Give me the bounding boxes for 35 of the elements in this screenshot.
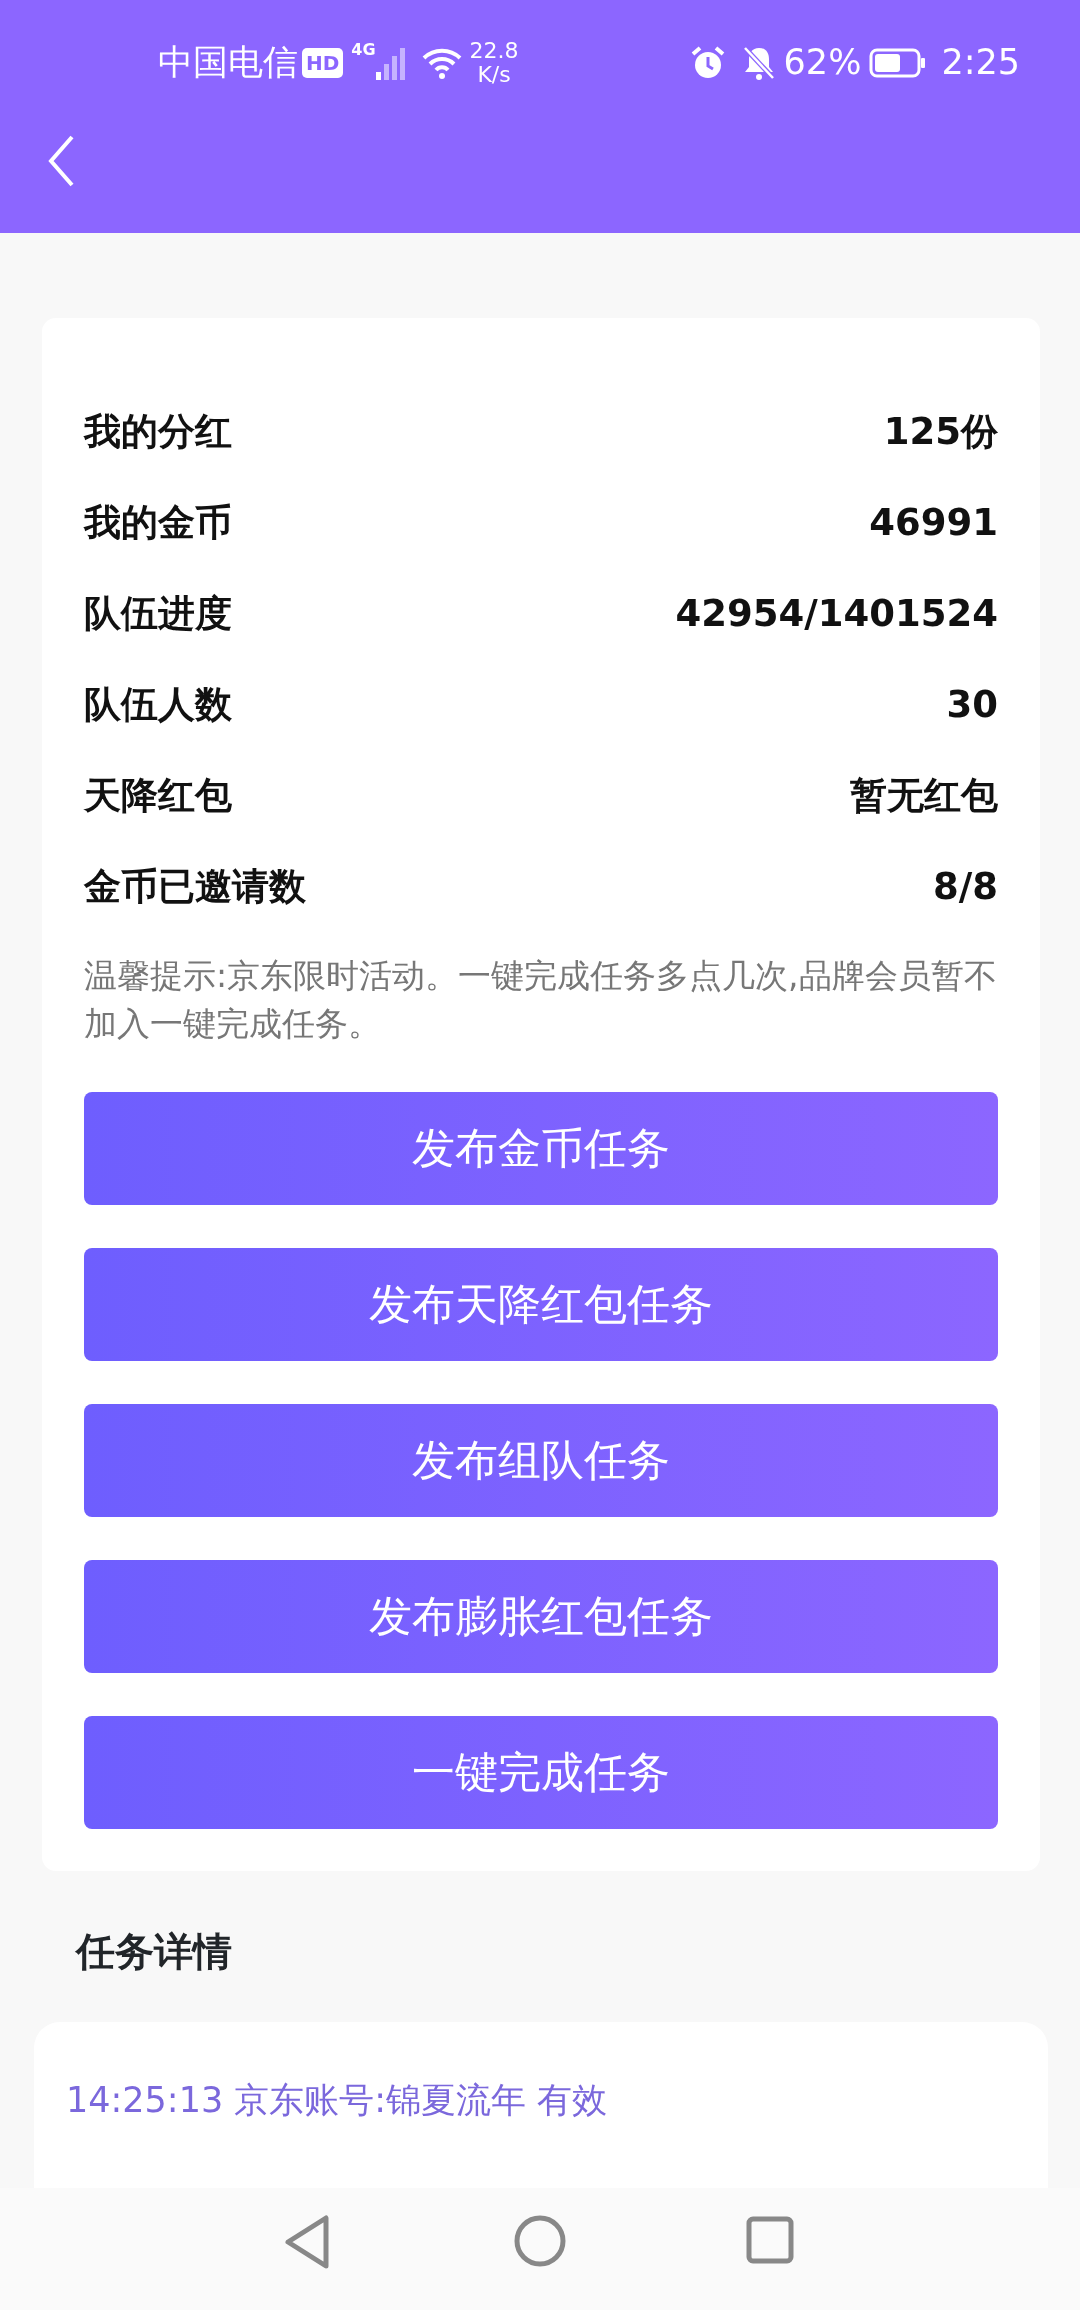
- bell-off-icon: [741, 44, 776, 81]
- stat-value: 8/8: [933, 863, 998, 910]
- stat-value: 42954/1401524: [675, 590, 998, 637]
- back-nav-button[interactable]: [282, 2214, 332, 2270]
- task-button[interactable]: 发布金币任务: [84, 1092, 998, 1205]
- stat-label: 我的金币: [84, 499, 232, 546]
- task-button[interactable]: 发布天降红包任务: [84, 1248, 998, 1361]
- network-type: 4G: [351, 39, 376, 61]
- stat-value: 30: [946, 681, 998, 728]
- stat-label: 我的分红: [84, 408, 232, 455]
- log-entry: 14:25:13 京东账号:锦夏流年 有效: [66, 2078, 609, 2122]
- stat-label: 队伍人数: [84, 681, 232, 728]
- tip-text: 温馨提示:京东限时活动。一键完成任务多点几次,品牌会员暂不加入一键完成任务。: [84, 955, 998, 1045]
- speed-unit: K/s: [477, 62, 511, 86]
- speed-value: 22.8: [469, 39, 519, 63]
- home-nav-button[interactable]: [513, 2214, 567, 2268]
- alarm-icon: [689, 44, 726, 81]
- wifi-icon: [421, 46, 462, 79]
- stat-value: 46991: [869, 499, 998, 546]
- stat-value: 暂无红包: [850, 772, 998, 819]
- carrier-name: 中国电信: [158, 41, 298, 85]
- recents-nav-button[interactable]: [745, 2215, 795, 2265]
- hd-badge: HD: [302, 47, 344, 78]
- task-button[interactable]: 发布组队任务: [84, 1404, 998, 1517]
- stat-label: 队伍进度: [84, 590, 232, 637]
- task-button[interactable]: 发布膨胀红包任务: [84, 1560, 998, 1673]
- battery-icon: [869, 47, 926, 78]
- stat-value: 125份: [883, 408, 998, 455]
- section-title: 任务详情: [76, 1928, 233, 1976]
- task-button[interactable]: 一键完成任务: [84, 1716, 998, 1829]
- stat-label: 天降红包: [84, 772, 232, 819]
- clock-time: 2:25: [941, 41, 1020, 85]
- signal-icon: [375, 45, 406, 80]
- battery-percent: 62%: [783, 41, 862, 85]
- stat-label: 金币已邀请数: [84, 863, 306, 910]
